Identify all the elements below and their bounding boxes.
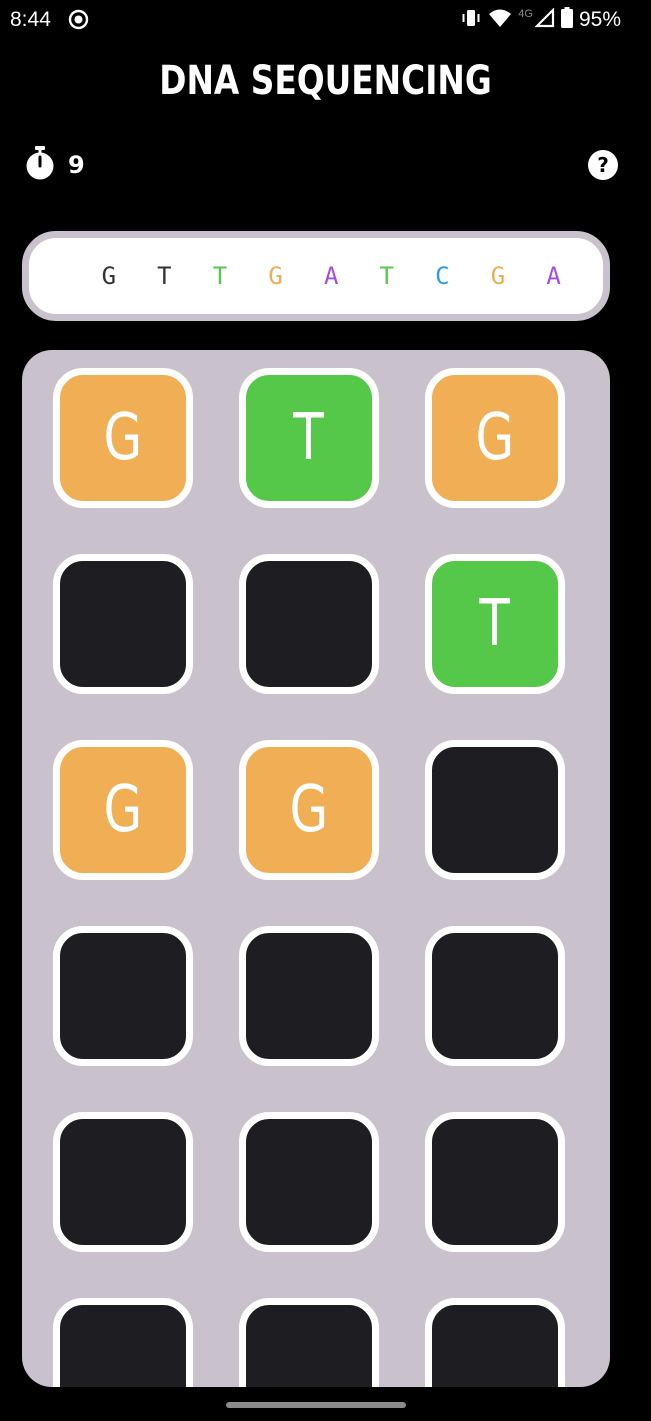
help-icon: ? [597,153,609,177]
grid-tile[interactable]: G [425,368,565,508]
grid-tile[interactable] [425,926,565,1066]
grid-tile[interactable] [239,1298,379,1387]
grid-tile[interactable] [239,554,379,694]
target-sequence: GTTGATCGA [22,231,610,321]
help-button[interactable]: ? [588,150,618,180]
tile-letter: T [293,401,325,475]
battery-icon [560,7,573,32]
grid-tile[interactable] [425,740,565,880]
tile-letter: G [103,401,143,475]
sequence-letter: T [157,262,172,290]
tile-letter: G [475,401,515,475]
grid-tile[interactable]: G [239,740,379,880]
grid-tile[interactable] [53,926,193,1066]
sequence-letter: T [379,262,394,290]
grid-tile[interactable] [53,1112,193,1252]
sequence-letter: A [546,262,561,290]
grid-tile[interactable]: T [425,554,565,694]
tile-letter: G [289,773,329,847]
tile-letter: T [479,587,511,661]
signal-icon [534,6,555,32]
stopwatch-icon [24,146,56,184]
grid-tile[interactable] [53,1298,193,1387]
sequence-letter: T [212,262,228,290]
game-board: G T G T G G [22,350,610,1387]
tile-letter: G [103,773,143,847]
sequence-letter: A [323,262,339,290]
grid-tile[interactable]: G [53,368,193,508]
battery-percent: 95% [578,7,621,31]
home-indicator[interactable] [226,1402,406,1408]
timer: 9 [24,146,85,184]
sequence-letters: GTTGATCGA [81,238,581,314]
status-icons: 4G 95% [460,6,621,32]
grid-tile[interactable] [239,926,379,1066]
vibrate-icon [460,8,482,32]
status-bar: 8:44 4G 95% [0,0,651,40]
grid-tile[interactable] [239,1112,379,1252]
grid-tile[interactable]: T [239,368,379,508]
grid-tile[interactable] [425,1112,565,1252]
page-title: DNA SEQUENCING [159,58,492,104]
screen-record-icon [68,9,89,30]
grid-tile[interactable] [425,1298,565,1387]
timer-value: 9 [68,151,85,179]
wifi-icon [488,8,512,32]
sequence-letter: C [435,262,450,290]
grid-tile[interactable]: G [53,740,193,880]
sequence-letter: G [490,262,506,290]
status-time: 8:44 [10,8,51,31]
game-screen: 8:44 4G 95% DNA SEQUENCING 9 ? G T T G A… [0,0,651,1421]
grid-tile[interactable] [53,554,193,694]
sequence-letter: G [268,262,283,290]
network-type: 4G [518,7,533,20]
sequence-letter: G [101,262,117,290]
